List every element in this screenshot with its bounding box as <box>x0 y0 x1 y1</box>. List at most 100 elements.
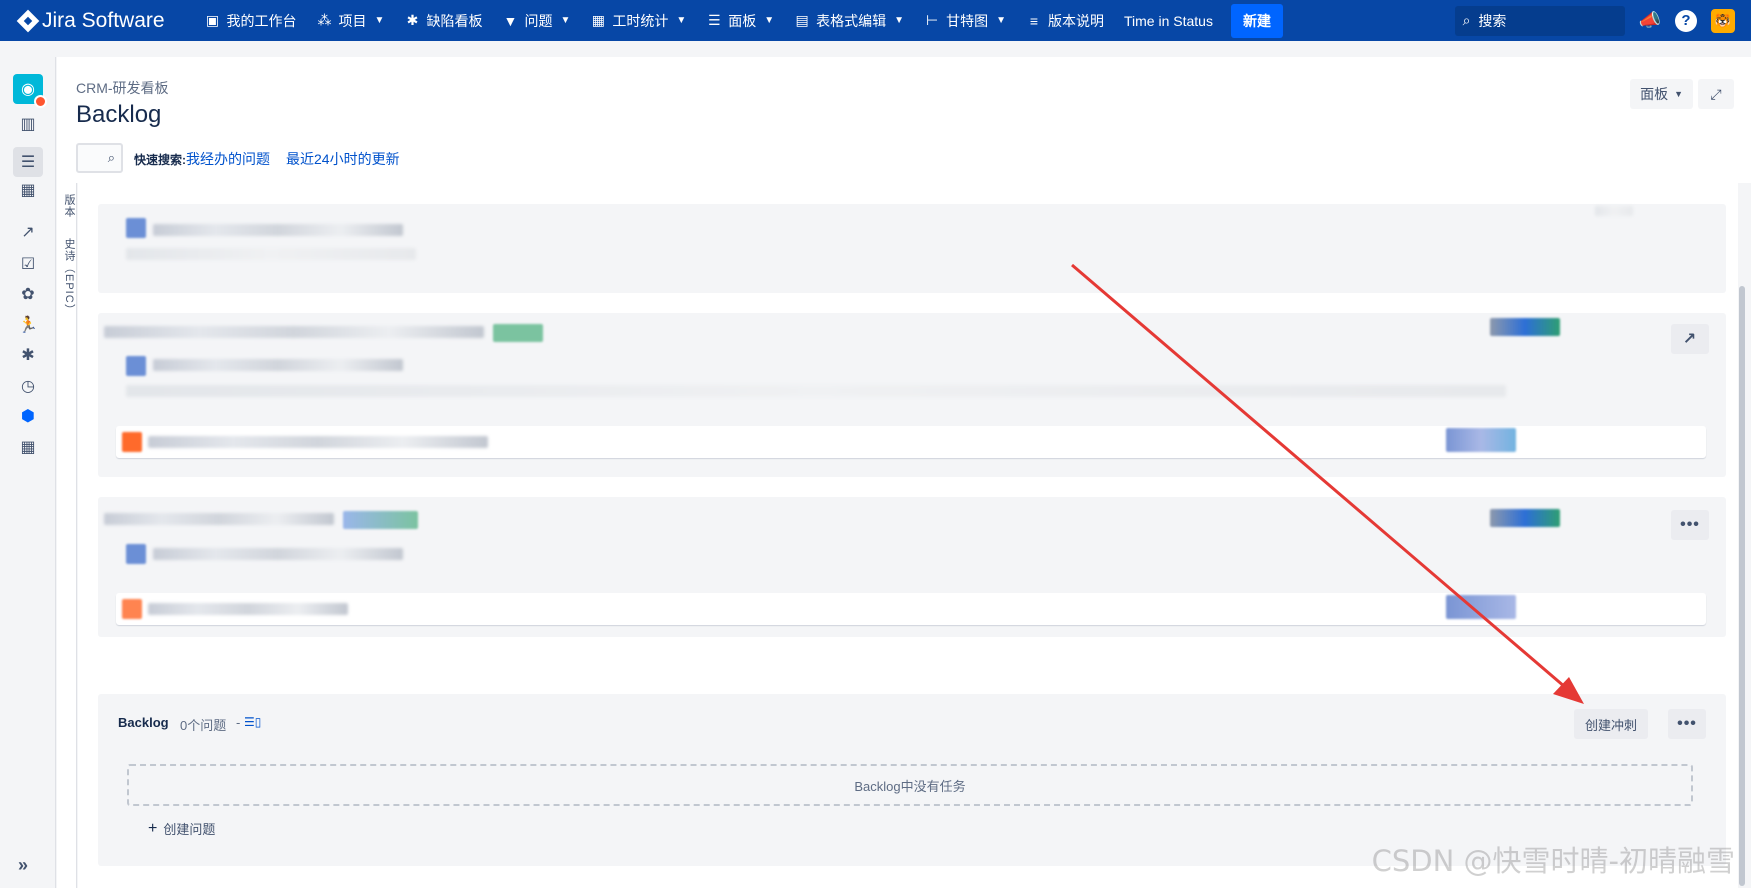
jira-logo[interactable]: Jira Software <box>16 8 165 33</box>
table-icon: ▤ <box>795 12 809 28</box>
components-icon[interactable]: ✿ <box>13 279 43 309</box>
clipboard-icon: ▣ <box>205 12 220 28</box>
issue-assignee <box>1446 595 1516 619</box>
redacted-issue-summary <box>148 603 348 615</box>
scrollbar-thumb[interactable] <box>1739 286 1745 886</box>
page-header: CRM-研发看板 Backlog ⌕ 快速搜索: 我经办的问题 最近24小时的更… <box>57 57 1751 183</box>
filter-icon: ▼ <box>503 12 518 29</box>
dashboard-icon: ☰ <box>707 12 721 28</box>
sprint-stats <box>1490 318 1560 336</box>
nav-item-5[interactable]: ☰ 面板 ▼ <box>696 0 784 41</box>
release-notes-icon: ≡ <box>1029 12 1039 29</box>
search-icon: ⌕ <box>107 150 115 165</box>
bug-icon: ✱ <box>406 12 419 28</box>
sprint-more-button[interactable]: ••• <box>1671 510 1709 540</box>
create-issue-button[interactable]: + 创建问题 <box>148 819 215 838</box>
chevron-down-icon: ▼ <box>1674 89 1683 99</box>
issue-assignee <box>1446 428 1516 452</box>
estimate-icon[interactable]: ☰▯ <box>244 715 261 729</box>
search-icon: ⌕ <box>1462 12 1471 28</box>
quick-search-label: 快速搜索: <box>134 153 186 167</box>
project-sidebar: ◉ ▥ ☰ ▦ ↗ ☑ ✿ 🏃 ✱ ◷ ⬢ ▦ » <box>0 57 56 888</box>
board-dropdown-button[interactable]: 面板 ▼ <box>1630 79 1693 109</box>
create-sprint-button[interactable]: 创建冲刺 <box>1573 709 1648 739</box>
help-icon[interactable]: ? <box>1675 9 1697 32</box>
redacted-sprint-title <box>104 326 484 338</box>
nav-item-4[interactable]: ▦ 工时统计 ▼ <box>580 0 696 41</box>
sprint-stats <box>1490 509 1560 527</box>
redacted-text <box>153 548 403 560</box>
nav-item-3[interactable]: ▼ 问题 ▼ <box>492 0 580 41</box>
redacted-text <box>1595 206 1633 216</box>
redacted-issue-summary <box>148 436 488 448</box>
logo-text: Jira Software <box>42 8 165 32</box>
backlog-icon[interactable]: ☰ <box>13 147 43 177</box>
nav-item-0[interactable]: ▣ 我的工作台 <box>195 0 307 41</box>
sprint-more-button[interactable]: ↗ <box>1671 324 1709 354</box>
issue-type-icon <box>122 599 142 619</box>
app-hex-icon[interactable]: ⬢ <box>13 401 43 431</box>
search-placeholder: 搜索 <box>1478 12 1507 29</box>
table-icon[interactable]: ▦ <box>13 432 43 462</box>
redacted-text <box>153 359 403 371</box>
create-issue-label: 创建问题 <box>163 822 216 837</box>
nav-item-2[interactable]: ✱ 缺陷看板 <box>394 0 492 41</box>
board-icon[interactable]: ▦ <box>13 175 43 205</box>
nav-menu: ▣ 我的工作台 ⁂ 项目 ▼ ✱ 缺陷看板 ▼ 问题 ▼ ▦ 工时统计 ▼ ☰ 面板 ▼ ▤ 表格式编辑 ▼ ⊢ 甘特图… <box>195 0 1223 41</box>
avatar <box>126 218 146 238</box>
redacted-text <box>126 385 1506 397</box>
sprint-runner-icon[interactable]: 🏃 <box>13 310 43 340</box>
page-title: Backlog <box>76 101 162 128</box>
nav-item-9[interactable]: Time in Status <box>1114 0 1223 41</box>
gantt-icon: ⊢ <box>925 12 939 28</box>
backlog-empty-dropzone: Backlog中没有任务 <box>127 764 1693 806</box>
nav-right: ⌕ 搜索 📣 ? 🐯 <box>1454 0 1735 41</box>
scrollbar[interactable] <box>1738 183 1746 888</box>
bug-icon[interactable]: ✱ <box>13 340 43 370</box>
breadcrumb[interactable]: CRM-研发看板 <box>76 78 169 98</box>
project-avatar[interactable]: ◉ <box>13 74 47 108</box>
project-icon: ⁂ <box>317 12 332 28</box>
epics-tab[interactable]: 史诗（EPIC） <box>61 238 77 316</box>
chevron-down-icon: ▼ <box>764 15 775 26</box>
fullscreen-button[interactable]: ⤢ <box>1698 79 1734 109</box>
top-navigation: Jira Software ▣ 我的工作台 ⁂ 项目 ▼ ✱ 缺陷看板 ▼ 问题 ▼ ▦ 工时统计 ▼ ☰… <box>0 0 1751 41</box>
nav-item-7[interactable]: ⊢ 甘特图 ▼ <box>914 0 1016 41</box>
release-icon[interactable]: ◷ <box>13 371 43 401</box>
nav-item-label: 工时统计 <box>612 12 669 29</box>
quick-filter-recent-updates[interactable]: 最近24小时的更新 <box>286 149 400 169</box>
redacted-text <box>126 248 416 260</box>
nav-item-1[interactable]: ⁂ 项目 ▼ <box>307 0 395 41</box>
backlog-content: ↗ ••• Backlog 0个问题 - ☰▯ 创建冲刺 ••• Backlog… <box>78 183 1746 888</box>
redacted-text <box>153 224 403 236</box>
board-button-label: 面板 <box>1640 86 1669 102</box>
issues-icon[interactable]: ☑ <box>13 249 43 279</box>
nav-item-8[interactable]: ≡ 版本说明 <box>1016 0 1114 41</box>
user-avatar[interactable]: 🐯 <box>1711 8 1735 33</box>
backlog-issue-count: 0个问题 <box>180 718 227 733</box>
sprint-container: ••• <box>98 497 1726 637</box>
search-input[interactable]: ⌕ 搜索 <box>1454 5 1625 36</box>
nav-item-label: 项目 <box>338 12 367 29</box>
nav-item-label: 缺陷看板 <box>426 12 483 29</box>
expand-sidebar-icon[interactable]: » <box>18 855 28 876</box>
plus-icon: + <box>148 819 158 837</box>
backlog-more-button[interactable]: ••• <box>1668 709 1706 739</box>
avatar <box>126 544 146 564</box>
chevron-down-icon: ▼ <box>894 15 905 26</box>
quick-search-input[interactable]: ⌕ <box>76 143 123 173</box>
versions-tab[interactable]: 版本 <box>61 194 77 218</box>
issue-row[interactable] <box>116 426 1706 458</box>
create-button[interactable]: 新建 <box>1230 3 1283 38</box>
nav-item-6[interactable]: ▤ 表格式编辑 ▼ <box>784 0 914 41</box>
megaphone-icon[interactable]: 📣 <box>1639 10 1661 31</box>
issue-row[interactable] <box>116 593 1706 625</box>
reports-icon[interactable]: ↗ <box>13 217 43 247</box>
sprint-container: ↗ <box>98 313 1726 477</box>
backlog-board-icon[interactable]: ▥ <box>13 109 43 139</box>
nav-item-label: Time in Status <box>1123 12 1213 29</box>
status-badge <box>343 511 418 529</box>
calendar-icon: ▦ <box>591 12 605 28</box>
quick-filter-my-issues[interactable]: 我经办的问题 <box>186 149 270 169</box>
avatar <box>126 356 146 376</box>
